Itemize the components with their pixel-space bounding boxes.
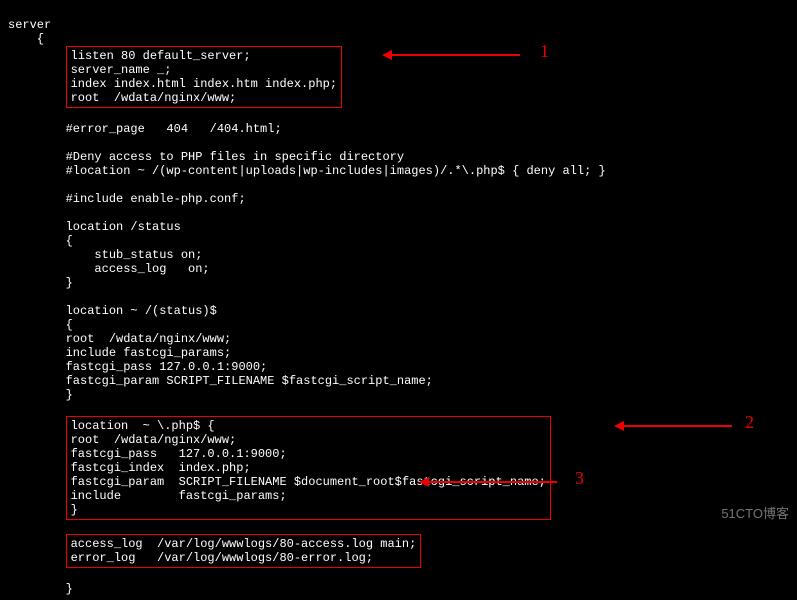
arrow-3 [427,481,557,483]
code-line: root /wdata/nginx/www; [71,91,237,105]
code-line: #include enable-php.conf; [8,192,246,206]
highlight-box-1: listen 80 default_server; server_name _;… [66,46,342,108]
code-line: error_log /var/log/wwwlogs/80-error.log; [71,551,373,565]
annotation-2: 2 [745,415,754,429]
code-line: server [8,18,51,32]
code-line: #location ~ /(wp-content|uploads|wp-incl… [8,164,606,178]
code-line: location /status [8,220,181,234]
highlight-box-2: location ~ \.php$ { root /wdata/nginx/ww… [66,416,551,520]
code-line: { [8,318,73,332]
code-line: root /wdata/nginx/www; [71,433,237,447]
code-line: } [8,582,73,596]
code-line: } [8,276,73,290]
code-line: include fastcgi_params; [71,489,287,503]
code-line: location ~ /(status)$ [8,304,217,318]
watermark: 51CTO博客 [721,507,789,521]
code-line: #error_page 404 /404.html; [8,122,282,136]
code-line: listen 80 default_server; [71,49,251,63]
code-line: fastcgi_index index.php; [71,461,251,475]
code-line: server_name _; [71,63,172,77]
code-line: access_log /var/log/wwwlogs/80-access.lo… [71,537,417,551]
annotation-1: 1 [540,44,549,58]
code-line: fastcgi_pass 127.0.0.1:9000; [71,447,287,461]
code-line: } [8,388,73,402]
code-line: fastcgi_param SCRIPT_FILENAME $fastcgi_s… [8,374,433,388]
code-line: access_log on; [8,262,210,276]
code-line: } [71,503,78,517]
code-line: index index.html index.htm index.php; [71,77,337,91]
code-line: stub_status on; [8,248,202,262]
code-line: root /wdata/nginx/www; [8,332,231,346]
annotation-3: 3 [575,471,584,485]
arrow-2 [622,425,732,427]
code-line: #Deny access to PHP files in specific di… [8,150,404,164]
highlight-box-3: access_log /var/log/wwwlogs/80-access.lo… [66,534,422,568]
code-line: location ~ \.php$ { [71,419,215,433]
config-code: server { listen 80 default_server; serve… [0,0,797,600]
code-line: { [8,234,73,248]
code-line: fastcgi_pass 127.0.0.1:9000; [8,360,267,374]
code-line: { [8,32,44,46]
arrow-1 [390,54,520,56]
code-line: include fastcgi_params; [8,346,231,360]
